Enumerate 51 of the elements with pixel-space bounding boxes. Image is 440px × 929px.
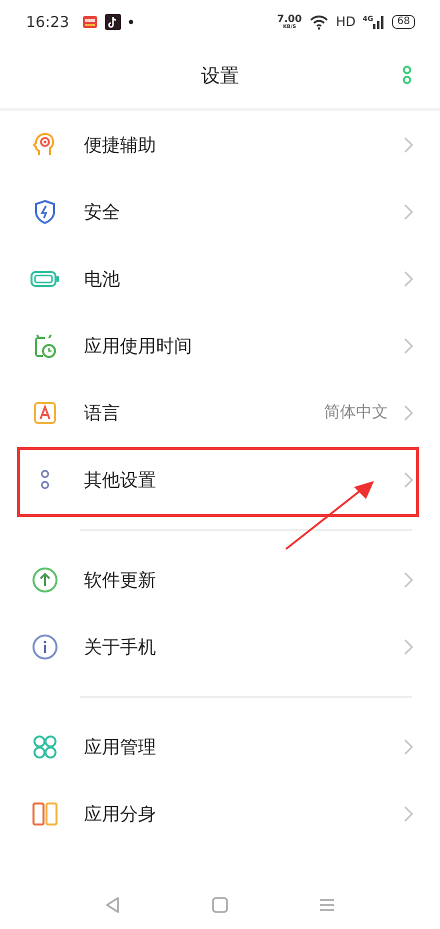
chevron-right-icon bbox=[404, 572, 413, 588]
net-speed: 7.00 bbox=[277, 14, 302, 24]
app-icon bbox=[82, 14, 98, 30]
item-label: 语言 bbox=[84, 402, 121, 424]
settings-item[interactable]: 应用管理 bbox=[0, 713, 440, 780]
signal-icon bbox=[373, 15, 386, 29]
more-icon[interactable] bbox=[401, 65, 413, 87]
settings-item[interactable]: 电池 bbox=[0, 245, 440, 312]
chevron-right-icon bbox=[404, 404, 413, 420]
battery-icon bbox=[30, 270, 60, 288]
item-label: 电池 bbox=[84, 268, 121, 290]
settings-item[interactable]: 便捷辅助 bbox=[0, 111, 440, 178]
chevron-right-icon bbox=[404, 338, 413, 354]
shield-icon bbox=[33, 198, 57, 224]
page-title: 设置 bbox=[201, 64, 239, 89]
hd-label: HD bbox=[336, 14, 356, 30]
item-label: 便捷辅助 bbox=[84, 134, 157, 156]
settings-item[interactable]: 语言 简体中文 bbox=[0, 379, 440, 446]
notification-dot-icon bbox=[128, 19, 134, 25]
chevron-right-icon bbox=[404, 270, 413, 286]
chevron-right-icon bbox=[404, 638, 413, 654]
more-icon bbox=[39, 468, 51, 490]
settings-item[interactable]: 关于手机 bbox=[0, 613, 440, 680]
settings-item[interactable]: 应用分身 bbox=[0, 780, 440, 847]
item-label: 其他设置 bbox=[84, 468, 157, 492]
settings-item[interactable]: 安全 bbox=[0, 178, 440, 245]
split-panels-icon bbox=[32, 802, 58, 826]
letter-a-icon bbox=[33, 400, 57, 424]
status-time: 16:23 bbox=[26, 13, 70, 31]
item-label: 软件更新 bbox=[84, 568, 157, 592]
chevron-right-icon bbox=[404, 136, 413, 152]
settings-item[interactable]: 软件更新 bbox=[0, 546, 440, 613]
item-label: 应用使用时间 bbox=[84, 334, 193, 358]
info-icon bbox=[32, 634, 58, 660]
item-label: 安全 bbox=[84, 200, 121, 224]
settings-item[interactable]: 应用使用时间 bbox=[0, 312, 440, 379]
note-app-icon bbox=[105, 14, 122, 30]
home-icon[interactable] bbox=[210, 895, 230, 915]
item-value: 简体中文 bbox=[324, 402, 388, 423]
wifi-icon bbox=[308, 14, 329, 30]
chevron-right-icon bbox=[404, 472, 413, 488]
battery-indicator: 68 bbox=[392, 15, 415, 29]
chevron-right-icon bbox=[404, 806, 413, 822]
item-label: 应用分身 bbox=[84, 802, 157, 826]
item-label: 关于手机 bbox=[84, 636, 157, 658]
alarm-clock-icon bbox=[32, 332, 58, 358]
grid-icon bbox=[32, 734, 58, 760]
item-label: 应用管理 bbox=[84, 736, 157, 758]
chevron-right-icon bbox=[404, 738, 413, 754]
chevron-right-icon bbox=[404, 204, 413, 220]
settings-item[interactable]: 其他设置 bbox=[0, 446, 440, 513]
